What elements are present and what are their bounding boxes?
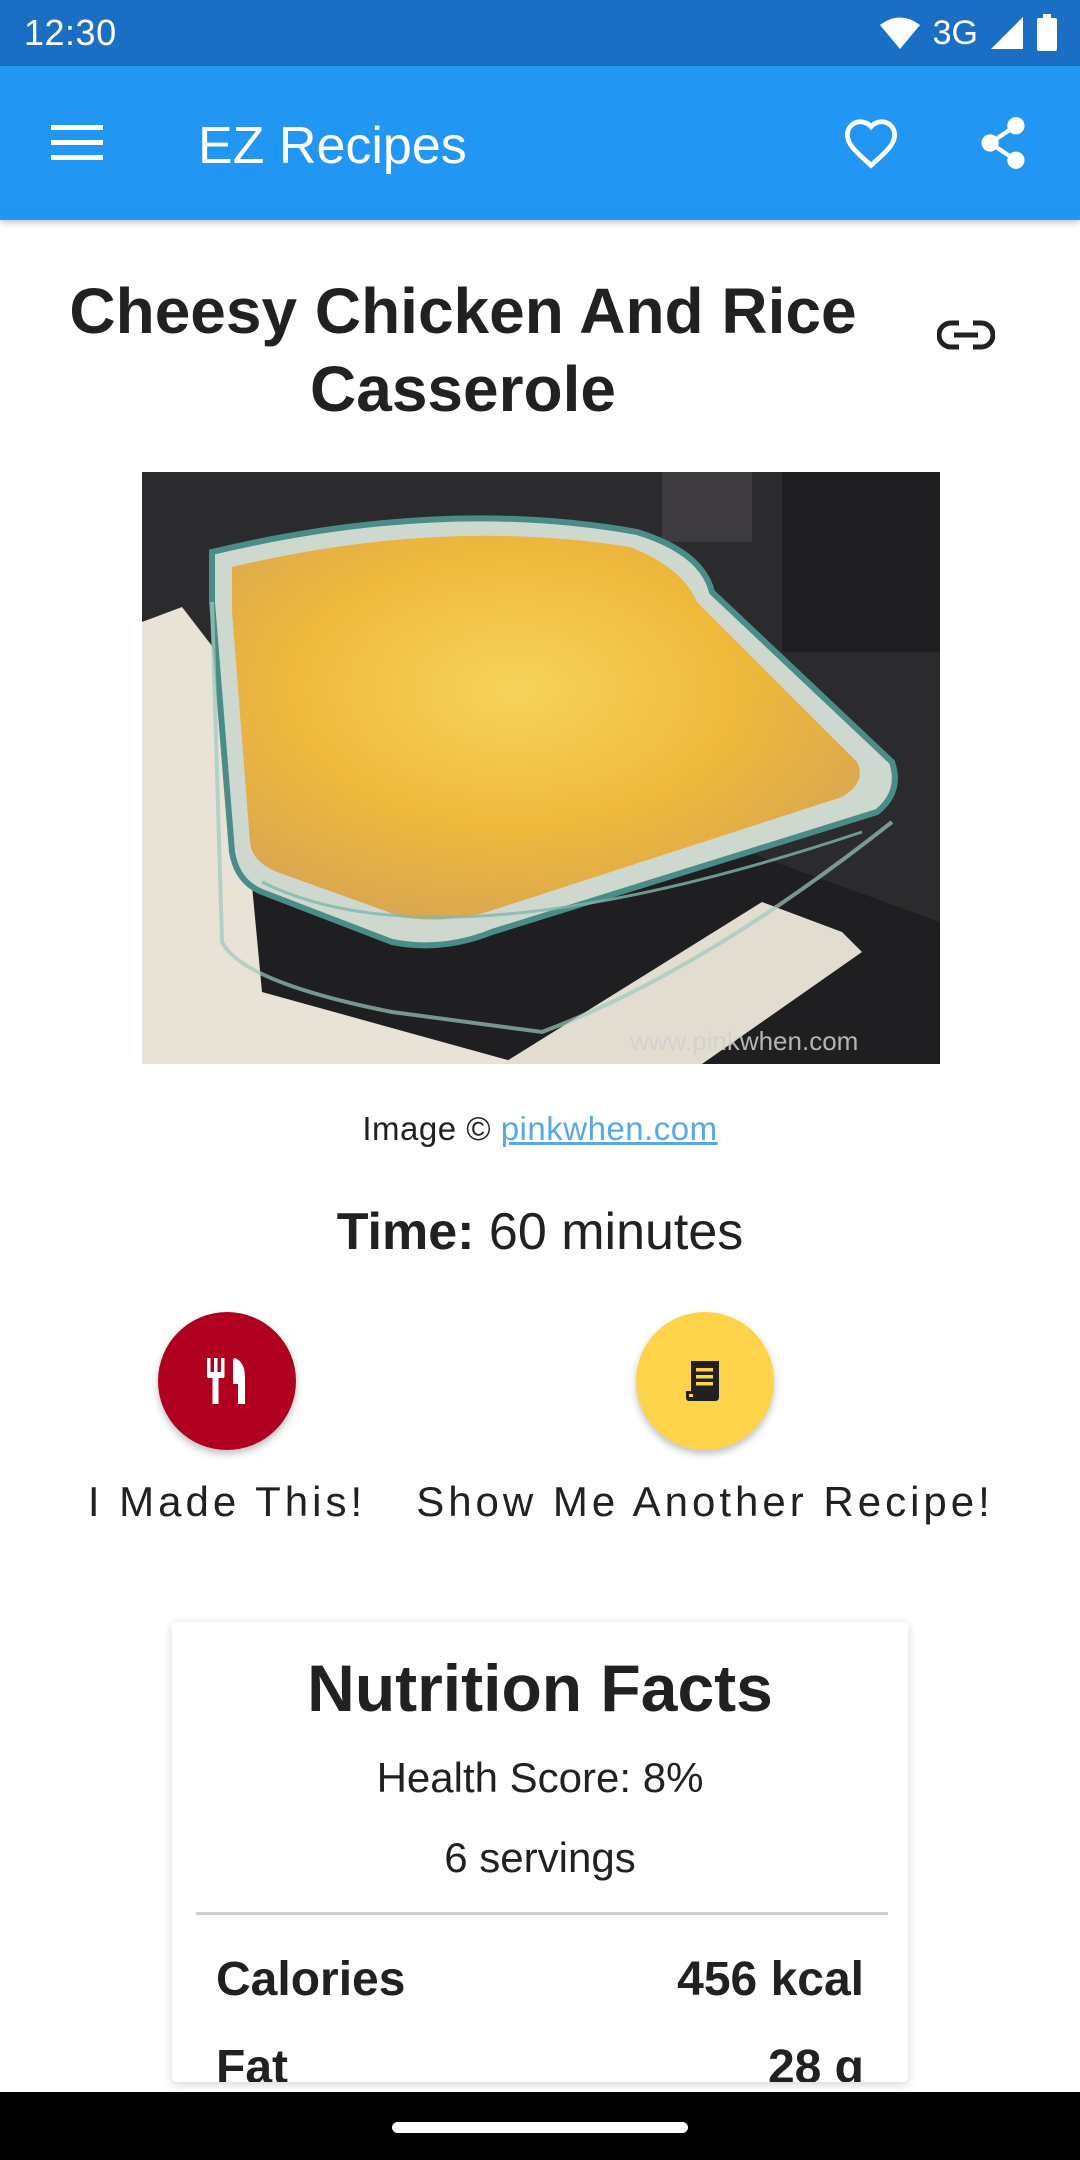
another-recipe-action: Show Me Another Recipe! — [410, 1312, 1000, 1526]
i-made-this-button[interactable] — [158, 1312, 296, 1450]
nutrition-divider — [196, 1912, 888, 1915]
image-source-link[interactable]: pinkwhen.com — [501, 1110, 718, 1147]
recipe-image: www.pinkwhen.com — [142, 472, 940, 1064]
battery-icon — [1037, 14, 1057, 51]
restaurant-icon — [207, 1358, 245, 1404]
image-credit-prefix: Image © — [362, 1110, 492, 1147]
network-type: 3G — [932, 13, 978, 52]
another-recipe-button[interactable] — [636, 1312, 774, 1450]
nutrition-facts-card: Nutrition Facts Health Score: 8% 6 servi… — [172, 1622, 908, 2082]
time-value: 60 minutes — [488, 1203, 744, 1261]
nutrition-title: Nutrition Facts — [307, 1651, 773, 1725]
open-recipe-link-button[interactable] — [928, 302, 1004, 368]
home-gesture-handle[interactable] — [392, 2122, 688, 2133]
share-button[interactable] — [970, 110, 1036, 176]
app-bar: EZ Recipes — [0, 66, 1080, 220]
nutrient-name: Fat — [216, 2041, 288, 2082]
time-label: Time: — [336, 1203, 475, 1261]
status-bar: 12:30 3G — [0, 0, 1080, 66]
servings: 6 servings — [444, 1834, 636, 1881]
menu-button[interactable] — [40, 110, 114, 176]
wifi-icon — [879, 17, 920, 49]
link-icon — [937, 320, 995, 350]
signal-icon — [991, 17, 1023, 49]
status-time: 12:30 — [24, 12, 117, 53]
another-recipe-label: Show Me Another Recipe! — [416, 1478, 994, 1525]
app-title: EZ Recipes — [198, 117, 467, 175]
i-made-this-label: I Made This! — [87, 1478, 367, 1525]
favorite-outline-icon — [844, 119, 898, 169]
system-navigation-bar — [0, 2092, 1080, 2160]
share-icon — [981, 117, 1025, 169]
recipe-receipt-icon — [686, 1361, 719, 1401]
cook-time: Time: 60 minutes — [0, 1202, 1080, 1262]
favorite-button[interactable] — [838, 110, 904, 176]
image-credit: Image © pinkwhen.com — [0, 1110, 1080, 1148]
recipe-title: Cheesy Chicken And Rice Casserole — [69, 275, 857, 425]
nutrition-row: Calories 456 kcal — [216, 1952, 864, 2007]
nutrient-value: 28 g — [767, 2041, 864, 2082]
menu-icon — [51, 125, 103, 160]
status-icons: 3G — [879, 12, 1058, 54]
i-made-this-action: I Made This! — [82, 1312, 372, 1526]
nutrient-name: Calories — [216, 1953, 406, 2006]
image-watermark: www.pinkwhen.com — [629, 1026, 858, 1056]
health-score: Health Score: 8% — [376, 1754, 704, 1801]
nutrition-row: Fat 28 g — [216, 2040, 864, 2082]
nutrient-value: 456 kcal — [677, 1953, 864, 2006]
